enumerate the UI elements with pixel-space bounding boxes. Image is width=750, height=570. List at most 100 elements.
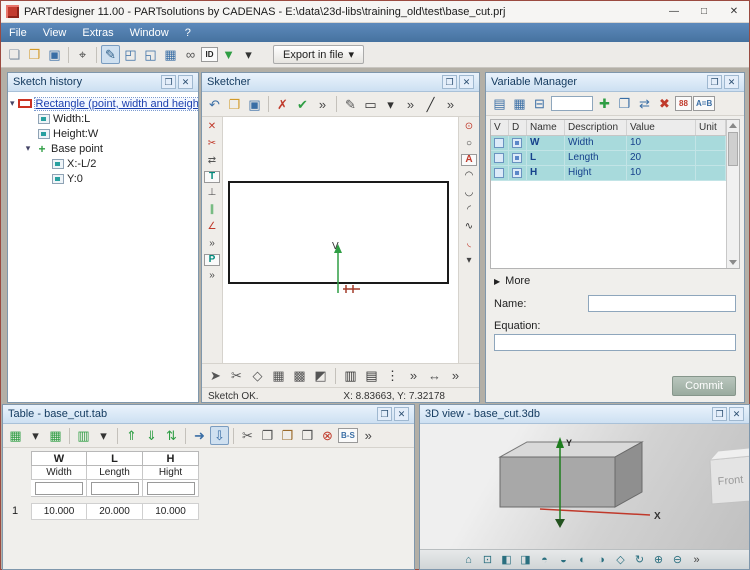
column-header-l[interactable]: L [87, 451, 143, 466]
tree-item-rectangle[interactable]: ▾ Rectangle (point, width and height) [10, 96, 198, 111]
table-dropdown-icon[interactable]: ▾ [26, 426, 45, 445]
overflow-icon-3[interactable]: » [441, 95, 460, 114]
cell-width-value[interactable]: 10.000 [31, 503, 87, 520]
column-header-d[interactable]: D [509, 120, 527, 135]
open-sketch-icon[interactable]: ❐ [225, 95, 244, 114]
variable-row-l[interactable]: L Length 20 [491, 151, 726, 166]
minimize-button[interactable]: — [659, 1, 689, 22]
variable-manager-float-button[interactable]: ❐ [707, 75, 722, 89]
more-expander[interactable]: ▶ More [486, 269, 744, 289]
overflow-icon[interactable]: » [688, 552, 705, 568]
tree-item-height[interactable]: Height:W [10, 126, 196, 141]
tree-item-width[interactable]: Width:L [10, 111, 196, 126]
new-file-icon[interactable]: ❏ [5, 45, 24, 64]
scrollbar-up-button[interactable] [729, 123, 737, 128]
hatch-icon[interactable]: ▥ [341, 366, 360, 385]
back-view-icon[interactable]: ◨ [517, 552, 534, 568]
row-number[interactable]: 1 [7, 503, 31, 520]
table-mode-icon[interactable]: ▦ [161, 45, 180, 64]
menu-extras[interactable]: Extras [74, 27, 121, 39]
apply-icon[interactable]: ➜ [190, 426, 209, 445]
render-dropdown-icon[interactable]: ▼ [219, 45, 238, 64]
spline-tool-icon[interactable]: ∿ [461, 220, 477, 234]
more-icon[interactable]: ▾ [461, 254, 477, 268]
tangent-icon[interactable]: T [204, 171, 220, 183]
tree-item-base-point[interactable]: ▾ + Base point [10, 141, 196, 156]
discard-icon[interactable]: ✗ [273, 95, 292, 114]
sketched-rectangle[interactable] [228, 181, 449, 284]
dimension-mode-icon[interactable]: ◰ [121, 45, 140, 64]
visible-checkbox[interactable] [491, 136, 509, 150]
maximize-button[interactable]: □ [689, 1, 719, 22]
project-icon[interactable]: P [204, 254, 220, 266]
menu-help[interactable]: ? [177, 27, 199, 39]
commit-button[interactable]: Commit [672, 376, 736, 396]
fillet-tool-icon[interactable]: ◟ [461, 237, 477, 251]
sketch-history-close-button[interactable]: ✕ [178, 75, 193, 89]
parallel-icon[interactable]: ∥ [204, 203, 220, 217]
zoom-icon[interactable]: ⌖ [73, 45, 92, 64]
dimension-icon[interactable]: ↔ [425, 366, 444, 385]
swap-variable-icon[interactable]: ⇄ [635, 94, 654, 113]
rectangle-dropdown-icon[interactable]: ▾ [381, 95, 400, 114]
erase-point-icon[interactable]: ✕ [204, 120, 220, 134]
column-header-description[interactable]: Description [565, 120, 627, 135]
copy-variable-icon[interactable]: ❐ [615, 94, 634, 113]
save-icon[interactable]: ▣ [45, 45, 64, 64]
driven-checkbox[interactable] [509, 136, 527, 150]
paste-icon[interactable]: ❒ [278, 426, 297, 445]
split-icon[interactable]: ⇄ [204, 154, 220, 168]
rename-icon[interactable]: A=B [693, 96, 716, 111]
add-variable-icon[interactable]: ✚ [595, 94, 614, 113]
zoom-in-icon[interactable]: ⊕ [650, 552, 667, 568]
add-table-icon[interactable]: ▦ [6, 426, 25, 445]
shear-icon[interactable]: ◩ [311, 366, 330, 385]
circle-tool-icon[interactable]: ○ [461, 137, 477, 151]
row-down-icon[interactable]: ⇓ [142, 426, 161, 445]
variable-table-scrollbar[interactable] [726, 120, 739, 268]
arc-tool-icon[interactable]: ◠ [461, 169, 477, 183]
visible-checkbox[interactable] [491, 151, 509, 165]
expander-icon[interactable]: ▾ [23, 143, 33, 154]
zoom-out-icon[interactable]: ⊖ [669, 552, 686, 568]
arc3-tool-icon[interactable]: ◜ [461, 203, 477, 217]
column-header-v[interactable]: V [491, 120, 509, 135]
table-panel-close-button[interactable]: ✕ [394, 407, 409, 421]
overflow-icon[interactable]: » [359, 426, 378, 445]
attribute-icon[interactable]: A [461, 154, 477, 166]
dots-icon[interactable]: ⋮ [383, 366, 402, 385]
hatch2-icon[interactable]: ▤ [362, 366, 381, 385]
bottom-view-icon[interactable]: ◒ [555, 552, 572, 568]
sketcher-float-button[interactable]: ❐ [442, 75, 457, 89]
filter-input-w[interactable] [34, 481, 83, 495]
cut-icon[interactable]: ✂ [227, 366, 246, 385]
column-header-h[interactable]: H [143, 451, 199, 466]
rotate-view-icon[interactable]: ↻ [631, 552, 648, 568]
variable-manager-close-button[interactable]: ✕ [724, 75, 739, 89]
copy-icon[interactable]: ❐ [258, 426, 277, 445]
filter-input-l[interactable] [90, 481, 139, 495]
column-header-value[interactable]: Value [627, 120, 696, 135]
grid-view-icon[interactable]: ▦ [510, 94, 529, 113]
view-home-icon[interactable]: ⌂ [460, 552, 477, 568]
driven-checkbox[interactable] [509, 166, 527, 180]
select-icon[interactable]: ➤ [206, 366, 225, 385]
mirror-icon[interactable]: ◇ [248, 366, 267, 385]
iso-view-icon[interactable]: ◇ [612, 552, 629, 568]
menu-file[interactable]: File [1, 27, 35, 39]
paste-special-icon[interactable]: ❒ [298, 426, 317, 445]
expander-icon[interactable]: ▾ [10, 98, 15, 109]
sketch-canvas[interactable]: V [223, 117, 458, 363]
export-in-file-dropdown[interactable]: Export in file ▾ [273, 45, 365, 64]
variable-row-w[interactable]: W Width 10 [491, 136, 726, 151]
delete-row-icon[interactable]: ⊗ [318, 426, 337, 445]
column-header-unit[interactable]: Unit [696, 120, 726, 135]
rectangle-tool-icon[interactable]: ▭ [361, 95, 380, 114]
column-header-w[interactable]: W [31, 451, 87, 466]
close-button[interactable]: ✕ [719, 1, 749, 22]
overflow-icon-2[interactable]: » [446, 366, 465, 385]
line-tool-icon[interactable]: ╱ [421, 95, 440, 114]
pattern-icon[interactable]: ▩ [290, 366, 309, 385]
row-up-icon[interactable]: ⇑ [122, 426, 141, 445]
view3d-viewport[interactable]: X Y Front [420, 424, 749, 549]
